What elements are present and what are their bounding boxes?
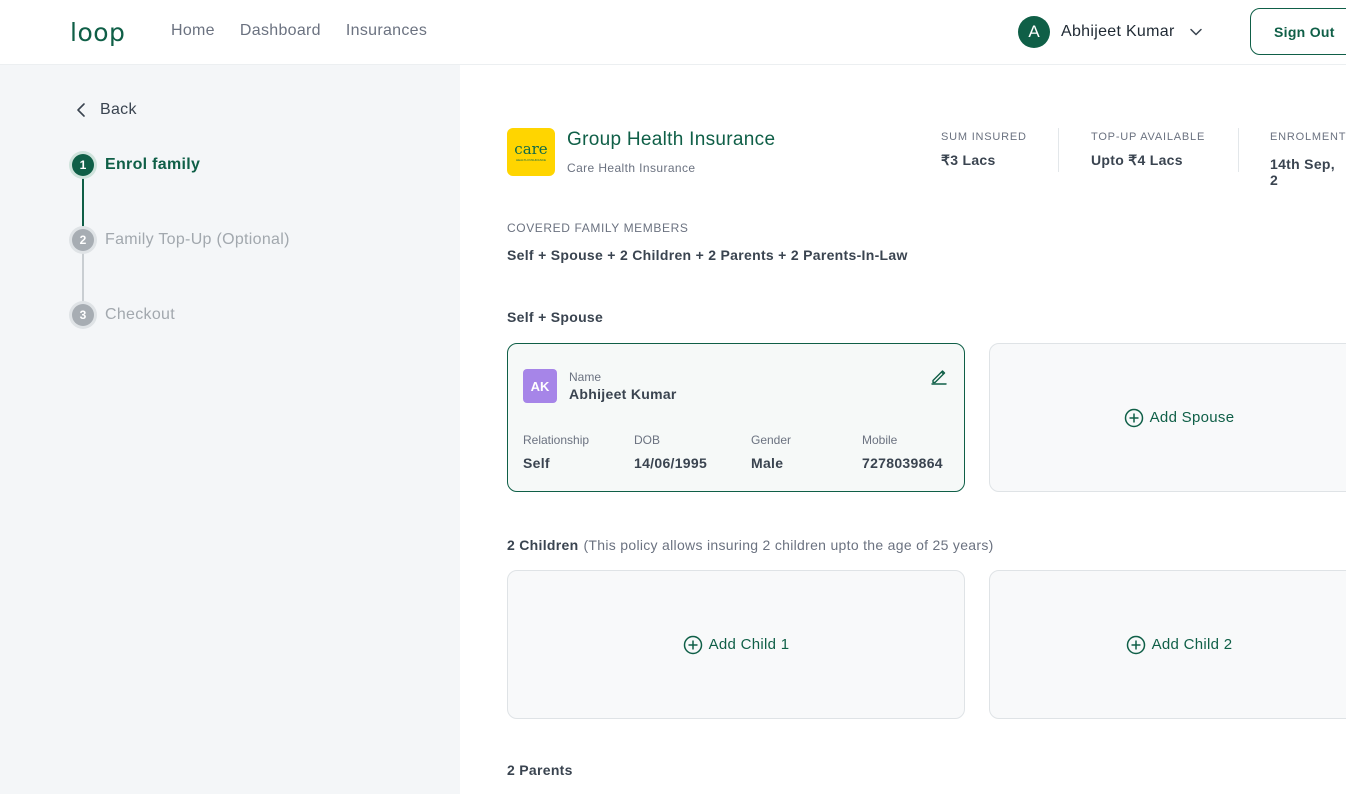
care-insurer-logo: care HEALTH INSURANCE (507, 128, 555, 176)
field-label: Gender (751, 433, 792, 447)
edit-pencil-icon[interactable] (930, 367, 948, 385)
add-spouse-button[interactable]: Add Spouse (1124, 408, 1235, 428)
step-connector-1 (82, 177, 84, 227)
user-menu[interactable]: A Abhijeet Kumar (1018, 16, 1203, 48)
group-title-parents: 2 Parents (507, 762, 573, 778)
stat-value: ₹3 Lacs (941, 152, 996, 168)
plus-circle-icon (1124, 408, 1143, 427)
add-child-2-label: Add Child 2 (1151, 636, 1233, 653)
stat-divider (1238, 128, 1239, 172)
add-spouse-label: Add Spouse (1149, 409, 1235, 426)
stat-sum-insured: SUM INSURED ₹3 Lacs (941, 131, 1027, 169)
plus-circle-icon (683, 635, 702, 654)
add-child-2-card[interactable]: Add Child 2 (989, 570, 1346, 719)
covered-members-value: Self + Spouse + 2 Children + 2 Parents +… (507, 247, 908, 263)
chevron-left-icon (77, 103, 85, 117)
back-link[interactable]: Back (76, 101, 137, 119)
field-value: Male (751, 455, 784, 471)
stat-label: TOP-UP AVAILABLE (1091, 131, 1206, 143)
chevron-down-icon[interactable] (1189, 25, 1203, 39)
stat-enrolment: ENROLMENT 14th Sep, 2 (1270, 131, 1346, 188)
step-family-topup[interactable]: 2 Family Top-Up (Optional) (72, 229, 290, 251)
care-logo-text: care (514, 140, 548, 158)
nav-home-link[interactable]: Home (171, 22, 215, 40)
member-avatar: AK (523, 369, 557, 403)
member-card-self: AK Name Abhijeet Kumar Relationship Self… (507, 343, 965, 492)
stat-label: ENROLMENT (1270, 131, 1346, 143)
stat-value: 14th Sep, 2 (1270, 156, 1335, 188)
step-label: Checkout (105, 306, 175, 323)
step-label: Enrol family (105, 156, 201, 173)
main-nav: Home Dashboard Insurances (171, 22, 452, 40)
nav-insurances-link[interactable]: Insurances (346, 22, 427, 40)
member-field-relationship: Relationship Self (523, 433, 589, 471)
step-label: Family Top-Up (Optional) (105, 231, 290, 248)
field-label: Relationship (523, 433, 590, 447)
loop-logo[interactable]: loop (70, 18, 125, 47)
step-enrol-family[interactable]: 1 Enrol family (72, 154, 200, 176)
field-value: Self (523, 455, 550, 471)
add-spouse-card[interactable]: Add Spouse (989, 343, 1346, 492)
children-title: 2 Children (507, 537, 579, 553)
field-value: 7278039864 (862, 455, 943, 471)
add-child-1-label: Add Child 1 (708, 636, 790, 653)
policy-provider: Care Health Insurance (567, 161, 696, 175)
stat-value: Upto ₹4 Lacs (1091, 152, 1183, 168)
member-field-mobile: Mobile 7278039864 (862, 433, 943, 471)
step-number: 3 (72, 304, 94, 326)
user-avatar: A (1018, 16, 1050, 48)
care-logo-subtext: HEALTH INSURANCE (515, 158, 547, 162)
sign-out-button[interactable]: Sign Out (1250, 8, 1346, 55)
nav-dashboard-link[interactable]: Dashboard (240, 22, 321, 40)
step-connector-2 (82, 252, 84, 302)
step-number: 2 (72, 229, 94, 251)
field-label: Mobile (862, 433, 898, 447)
top-header: loop Home Dashboard Insurances A Abhijee… (0, 0, 1346, 65)
field-label: DOB (634, 433, 661, 447)
policy-title: Group Health Insurance (567, 129, 776, 150)
group-title-children: 2 Children (This policy allows insuring 2… (507, 537, 994, 553)
step-number: 1 (72, 154, 94, 176)
stepper-sidebar: Back 1 Enrol family 2 Family Top-Up (Opt… (0, 65, 460, 794)
children-note: (This policy allows insuring 2 children … (583, 537, 994, 553)
main-content: care HEALTH INSURANCE Group Health Insur… (460, 65, 1346, 794)
back-label: Back (100, 101, 137, 118)
add-child-2-button[interactable]: Add Child 2 (1126, 635, 1233, 655)
stat-divider (1058, 128, 1059, 172)
user-name: Abhijeet Kumar (1061, 23, 1175, 40)
add-child-1-button[interactable]: Add Child 1 (683, 635, 790, 655)
stat-label: SUM INSURED (941, 131, 1027, 143)
add-child-1-card[interactable]: Add Child 1 (507, 570, 965, 719)
member-field-gender: Gender Male (751, 433, 791, 471)
member-field-dob: DOB 14/06/1995 (634, 433, 707, 471)
field-value: 14/06/1995 (634, 455, 708, 471)
stat-topup-available: TOP-UP AVAILABLE Upto ₹4 Lacs (1091, 131, 1205, 169)
step-checkout[interactable]: 3 Checkout (72, 304, 175, 326)
plus-circle-icon (1126, 635, 1145, 654)
covered-members-label: COVERED FAMILY MEMBERS (507, 221, 689, 235)
member-name: Abhijeet Kumar (569, 386, 677, 402)
group-title-self-spouse: Self + Spouse (507, 309, 604, 325)
member-name-label: Name (569, 370, 602, 384)
